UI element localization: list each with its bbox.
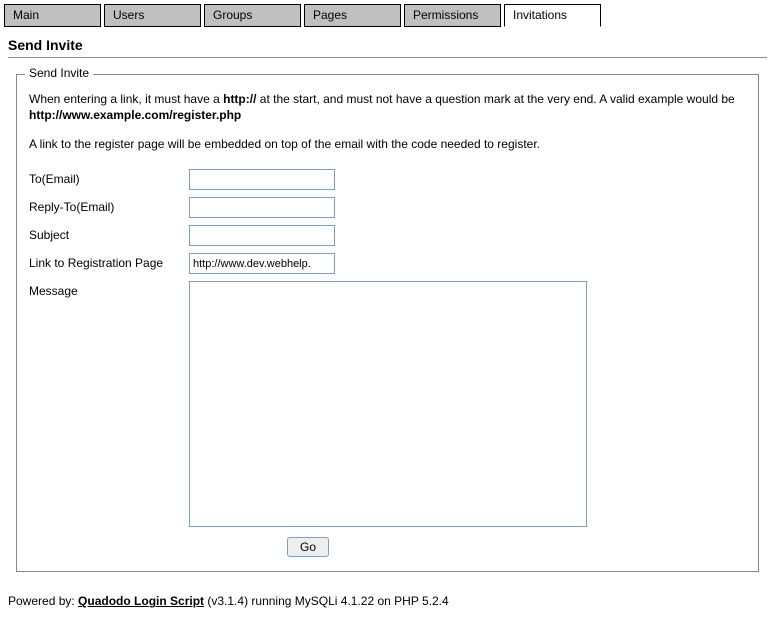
to-email-input[interactable] [189, 169, 335, 190]
tab-main[interactable]: Main [4, 4, 101, 27]
footer-link[interactable]: Quadodo Login Script [78, 594, 204, 608]
tab-groups[interactable]: Groups [204, 4, 301, 27]
tab-bar: Main Users Groups Pages Permissions Invi… [0, 0, 775, 27]
info-part2: at the start, and must not have a questi… [256, 92, 734, 106]
subject-input[interactable] [189, 225, 335, 246]
go-button[interactable]: Go [287, 537, 329, 557]
page-title: Send Invite [0, 27, 775, 57]
send-invite-fieldset: Send Invite When entering a link, it mus… [16, 74, 759, 572]
info-part1: When entering a link, it must have a [29, 92, 223, 106]
replyto-label: Reply-To(Email) [29, 197, 189, 214]
link-label: Link to Registration Page [29, 253, 189, 270]
footer-text1: Powered by: [8, 594, 78, 608]
replyto-email-input[interactable] [189, 197, 335, 218]
footer: Powered by: Quadodo Login Script (v3.1.4… [0, 584, 775, 618]
info-text-1: When entering a link, it must have a htt… [29, 91, 746, 123]
message-label: Message [29, 281, 189, 298]
message-textarea[interactable] [189, 281, 587, 527]
to-label: To(Email) [29, 169, 189, 186]
tab-users[interactable]: Users [104, 4, 201, 27]
tab-invitations[interactable]: Invitations [504, 4, 601, 27]
tab-pages[interactable]: Pages [304, 4, 401, 27]
subject-label: Subject [29, 225, 189, 242]
footer-text2: (v3.1.4) running MySQLi 4.1.22 on PHP 5.… [204, 594, 449, 608]
tab-permissions[interactable]: Permissions [404, 4, 501, 27]
info-text-2: A link to the register page will be embe… [29, 137, 746, 151]
link-input[interactable] [189, 253, 335, 274]
divider [8, 57, 767, 58]
fieldset-legend: Send Invite [25, 66, 93, 80]
info-bold1: http:// [223, 92, 256, 106]
info-bold2: http://www.example.com/register.php [29, 108, 241, 122]
